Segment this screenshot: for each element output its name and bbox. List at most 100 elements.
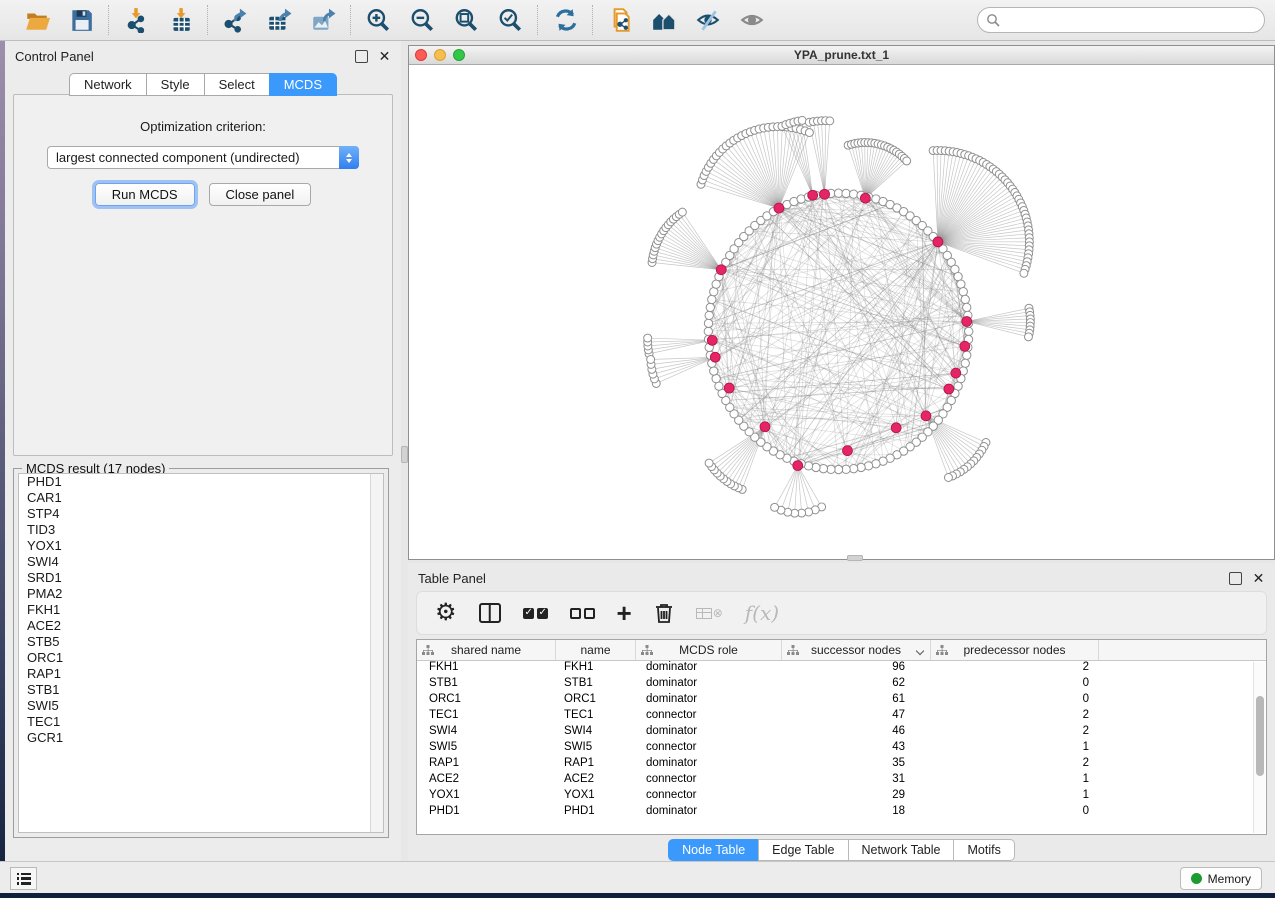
settings-gear-icon[interactable]: ⚙ xyxy=(435,598,457,628)
mcds-result-item[interactable]: PMA2 xyxy=(19,586,383,602)
tab-motifs[interactable]: Motifs xyxy=(953,839,1014,861)
mcds-result-item[interactable]: ACE2 xyxy=(19,618,383,634)
mcds-result-item[interactable]: GCR1 xyxy=(19,730,383,746)
mcds-result-item[interactable]: TID3 xyxy=(19,522,383,538)
splitter-handle[interactable] xyxy=(401,446,408,463)
mcds-result-item[interactable]: STB5 xyxy=(19,634,383,650)
tab-network[interactable]: Network xyxy=(69,73,146,96)
function-builder-icon: f(x) xyxy=(745,598,779,628)
tab-select[interactable]: Select xyxy=(204,73,269,96)
mcds-result-item[interactable]: PHD1 xyxy=(19,474,383,490)
close-panel-button[interactable]: Close panel xyxy=(209,183,312,206)
import-network-icon[interactable] xyxy=(121,6,151,34)
zoom-out-icon[interactable] xyxy=(407,6,437,34)
network-graph-canvas[interactable] xyxy=(409,65,1274,559)
mcds-result-item[interactable]: SRD1 xyxy=(19,570,383,586)
column-header-successor-nodes[interactable]: successor nodes xyxy=(782,640,931,660)
clone-network-icon[interactable] xyxy=(605,6,635,34)
export-table-icon[interactable] xyxy=(264,6,294,34)
tab-edge-table[interactable]: Edge Table xyxy=(758,839,847,861)
table-row-YOX1[interactable]: YOX1 YOX1 connector 29 1 xyxy=(417,789,1266,805)
search-input[interactable] xyxy=(1004,13,1256,27)
table-row-ORC1[interactable]: ORC1 ORC1 dominator 61 0 xyxy=(417,693,1266,709)
show-all-icon[interactable] xyxy=(737,6,767,34)
column-header-name[interactable]: name xyxy=(556,640,636,660)
memory-status-icon xyxy=(1191,873,1202,884)
optimization-criterion-select[interactable]: largest connected component (undirected) xyxy=(47,146,359,169)
tab-network-table[interactable]: Network Table xyxy=(848,839,954,861)
table-row-PHD1[interactable]: PHD1 PHD1 dominator 18 0 xyxy=(417,805,1266,821)
network-view-window: YPA_prune.txt_1 xyxy=(408,45,1275,560)
optimization-criterion-value: largest connected component (undirected) xyxy=(48,150,339,165)
tab-node-table[interactable]: Node Table xyxy=(668,839,758,861)
table-row-TEC1[interactable]: TEC1 TEC1 connector 47 2 xyxy=(417,709,1266,725)
mcds-result-item[interactable]: SWI5 xyxy=(19,698,383,714)
mcds-result-item[interactable]: STP4 xyxy=(19,506,383,522)
shared-column-icon xyxy=(787,645,799,656)
deselect-all-checkboxes-icon[interactable] xyxy=(570,598,595,628)
task-history-button[interactable] xyxy=(10,867,37,890)
zoom-in-icon[interactable] xyxy=(363,6,393,34)
delete-table-icon: ⊗ xyxy=(696,598,723,628)
horizontal-splitter-handle[interactable] xyxy=(847,555,863,561)
control-panel-tabs: NetworkStyleSelectMCDS xyxy=(5,73,401,96)
refresh-icon[interactable] xyxy=(550,6,580,34)
memory-button[interactable]: Memory xyxy=(1180,867,1262,890)
tab-mcds[interactable]: MCDS xyxy=(269,73,337,96)
mcds-result-item[interactable]: ORC1 xyxy=(19,650,383,666)
table-row-STB1[interactable]: STB1 STB1 dominator 62 0 xyxy=(417,677,1266,693)
select-stepper-icon xyxy=(339,146,359,169)
mcds-list-scrollbar[interactable] xyxy=(370,474,383,832)
open-file-icon[interactable] xyxy=(22,6,52,34)
mcds-result-item[interactable]: TEC1 xyxy=(19,714,383,730)
close-window-icon[interactable] xyxy=(415,49,427,61)
export-network-icon[interactable] xyxy=(220,6,250,34)
save-session-icon[interactable] xyxy=(66,6,96,34)
table-row-SWI4[interactable]: SWI4 SWI4 dominator 46 2 xyxy=(417,725,1266,741)
mcds-result-item[interactable]: CAR1 xyxy=(19,490,383,506)
zoom-fit-icon[interactable] xyxy=(451,6,481,34)
float-panel-icon[interactable] xyxy=(355,50,368,63)
run-mcds-button[interactable]: Run MCDS xyxy=(95,183,195,206)
mcds-result-item[interactable]: RAP1 xyxy=(19,666,383,682)
tab-style[interactable]: Style xyxy=(146,73,204,96)
table-row-ACE2[interactable]: ACE2 ACE2 connector 31 1 xyxy=(417,773,1266,789)
search-box[interactable] xyxy=(977,7,1265,33)
mcds-result-group: MCDS result (17 nodes) PHD1CAR1STP4TID3Y… xyxy=(13,468,389,838)
delete-column-icon[interactable] xyxy=(654,598,674,628)
control-panel-title: Control Panel xyxy=(15,49,94,64)
table-row-FKH1[interactable]: FKH1 FKH1 dominator 96 2 xyxy=(417,661,1266,677)
network-window-titlebar: YPA_prune.txt_1 xyxy=(409,46,1274,65)
select-all-checkboxes-icon[interactable] xyxy=(523,598,548,628)
add-column-icon[interactable]: + xyxy=(617,598,632,628)
split-columns-icon[interactable] xyxy=(479,598,501,628)
mcds-result-item[interactable]: STB1 xyxy=(19,682,383,698)
column-header-predecessor-nodes[interactable]: predecessor nodes xyxy=(931,640,1099,660)
zoom-selected-icon[interactable] xyxy=(495,6,525,34)
maximize-window-icon[interactable] xyxy=(453,49,465,61)
table-row-SWI5[interactable]: SWI5 SWI5 connector 43 1 xyxy=(417,741,1266,757)
table-scrollbar-thumb[interactable] xyxy=(1256,696,1264,776)
mcds-result-item[interactable]: FKH1 xyxy=(19,602,383,618)
hide-selected-icon[interactable] xyxy=(693,6,723,34)
memory-label: Memory xyxy=(1208,872,1251,886)
column-header-shared-name[interactable]: shared name xyxy=(417,640,556,660)
node-table-header: shared namenameMCDS rolesuccessor nodesp… xyxy=(417,640,1266,661)
control-panel: Control Panel ✕ NetworkStyleSelectMCDS O… xyxy=(5,41,401,861)
import-table-icon[interactable] xyxy=(165,6,195,34)
search-icon xyxy=(986,13,1000,27)
minimize-window-icon[interactable] xyxy=(434,49,446,61)
close-table-panel-icon[interactable]: ✕ xyxy=(1252,572,1265,585)
node-table: shared namenameMCDS rolesuccessor nodesp… xyxy=(416,639,1267,835)
close-panel-icon[interactable]: ✕ xyxy=(378,50,391,63)
column-header-MCDS-role[interactable]: MCDS role xyxy=(636,640,782,660)
float-table-panel-icon[interactable] xyxy=(1229,572,1242,585)
mcds-result-item[interactable]: YOX1 xyxy=(19,538,383,554)
table-panel-tabs: Node TableEdge TableNetwork TableMotifs xyxy=(408,839,1275,861)
first-neighbors-icon[interactable] xyxy=(649,6,679,34)
sort-chevron-icon xyxy=(916,647,924,655)
shared-column-icon xyxy=(422,645,434,656)
table-row-RAP1[interactable]: RAP1 RAP1 dominator 35 2 xyxy=(417,757,1266,773)
export-image-icon[interactable] xyxy=(308,6,338,34)
mcds-result-item[interactable]: SWI4 xyxy=(19,554,383,570)
